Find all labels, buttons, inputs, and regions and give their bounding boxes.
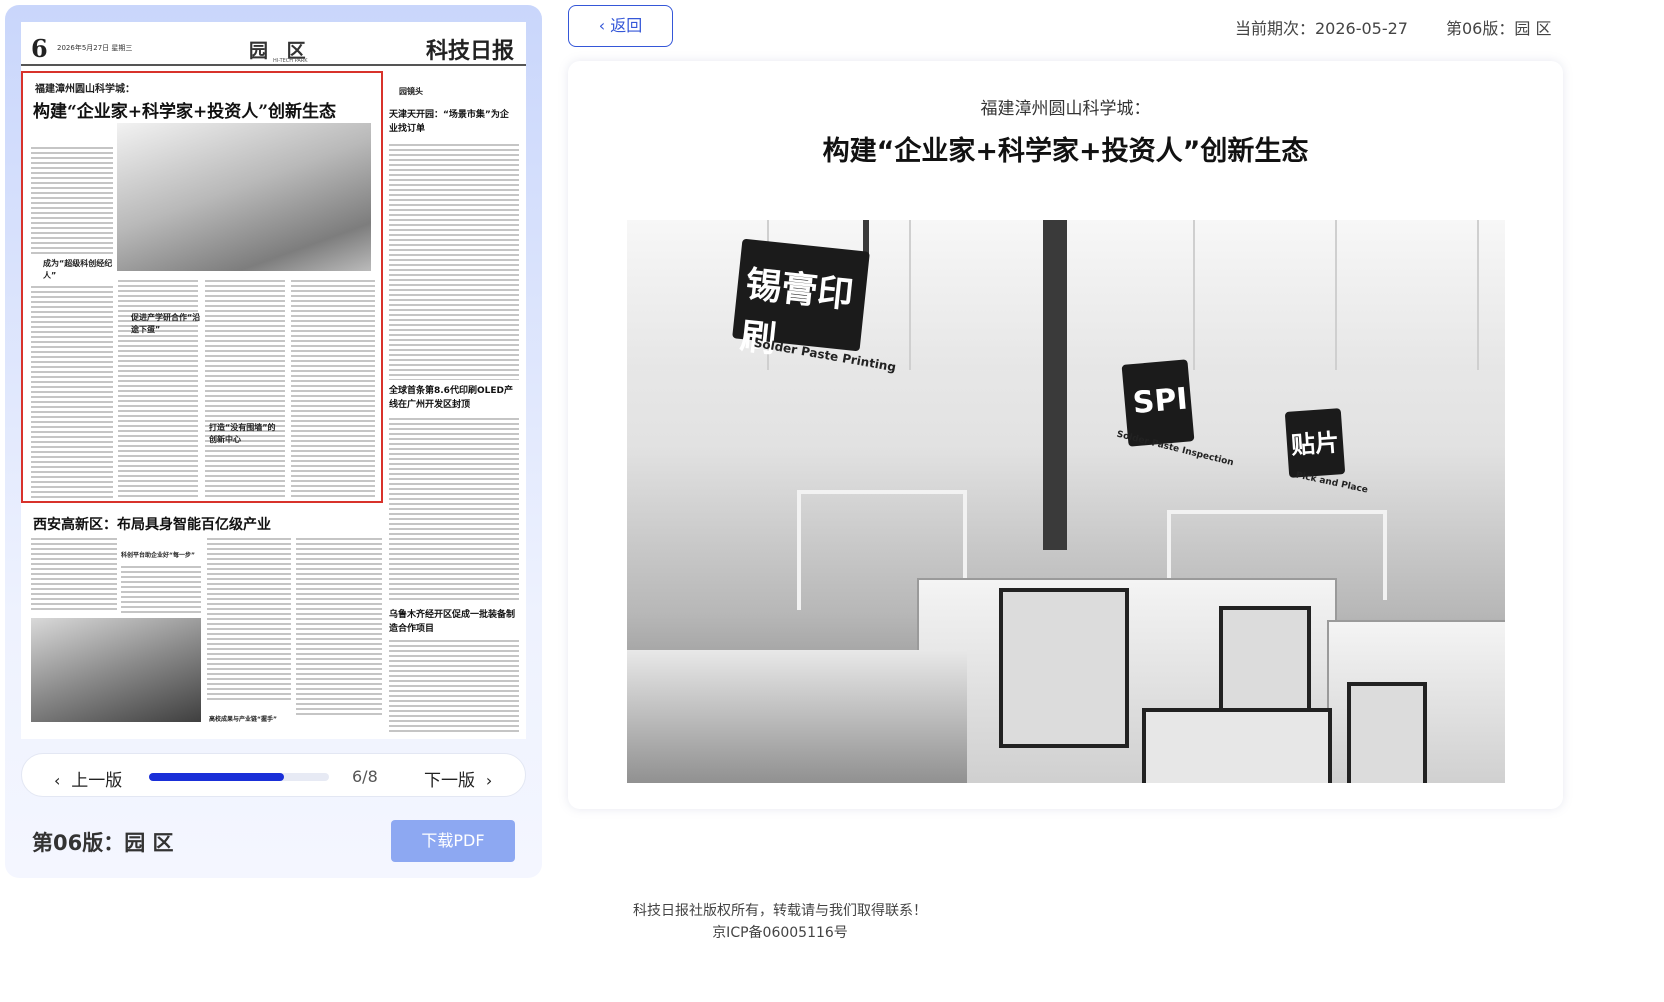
- current-edition: 第06版：园 区: [1446, 19, 1552, 38]
- right-column-tag: 园镜头: [399, 87, 423, 96]
- right-story-title-3: 乌鲁木齐经开区促成一批装备制造合作项目: [389, 610, 516, 634]
- text-block: [291, 280, 375, 500]
- chevron-right-icon: ›: [485, 771, 493, 790]
- text-block: [31, 147, 113, 257]
- text-block: [31, 538, 117, 612]
- lower-article-photo: [31, 618, 201, 722]
- newspaper-page-number: 6: [31, 34, 48, 63]
- newspaper-date-line: 2026年5月27日 星期三: [57, 44, 133, 52]
- right-story-title-2: 全球首条第8.6代印刷OLED产线在广州开发区封顶: [389, 386, 513, 410]
- lead-article-title: 构建“企业家+科学家+投资人”创新生态: [33, 102, 337, 122]
- text-block: [207, 538, 291, 702]
- photo-monitor: [1347, 682, 1427, 783]
- article-kicker: 福建漳州圆山科学城：: [980, 99, 1151, 119]
- back-label: 返回: [610, 16, 643, 35]
- lead-article-photo: [117, 123, 371, 271]
- sign-2-cn: SPI: [1131, 381, 1190, 422]
- download-pdf-button[interactable]: 下载PDF: [391, 820, 515, 862]
- photo-pillar: [1043, 220, 1067, 550]
- footer-icp[interactable]: 京ICP备06005116号: [0, 922, 1560, 942]
- photo-machine: [627, 650, 967, 783]
- prev-page-label: 上一版: [71, 771, 123, 791]
- lead-subheading-2: 促进产学研合作“沿途下蛋”: [131, 313, 201, 334]
- next-page-label: 下一版: [424, 771, 475, 791]
- sign-solder-paste-printing: 锡膏印刷: [732, 238, 870, 361]
- right-story-title-1: 天津天开园：“场景市集”为企业找订单: [389, 110, 509, 134]
- newspaper-preview-panel: 6 2026年5月27日 星期三 园 区 HI-TECH PARK 科技日报 福…: [5, 5, 542, 878]
- newspaper-page-thumbnail[interactable]: 6 2026年5月27日 星期三 园 区 HI-TECH PARK 科技日报 福…: [21, 22, 526, 739]
- chevron-left-icon: ‹: [54, 771, 61, 790]
- sign-pick-and-place: 贴片: [1284, 408, 1346, 478]
- page-count: 6/8: [352, 767, 378, 786]
- text-block: [389, 640, 519, 732]
- page-progress-fill: [149, 773, 284, 781]
- text-block: [389, 418, 519, 602]
- text-block: [296, 538, 382, 718]
- newspaper-masthead-logo: 科技日报: [425, 38, 514, 64]
- edition-title: 第06版：园 区: [32, 831, 174, 855]
- lead-article-kicker: 福建漳州圆山科学城：: [35, 84, 135, 95]
- article-photo: 锡膏印刷 Solder Paste Printing SPI Solder Pa…: [627, 220, 1505, 783]
- current-issue-date: 当前期次：2026-05-27: [1235, 19, 1408, 38]
- lead-subheading-1: 成为“超级科创经纪人”: [43, 259, 113, 280]
- page-pager: ‹ 上一版 6/8 下一版 ›: [21, 753, 526, 797]
- text-block: [205, 280, 285, 500]
- next-page-button[interactable]: 下一版 ›: [424, 766, 492, 791]
- lead-subheading-3: 打造“没有围墙”的创新中心: [209, 423, 276, 444]
- prev-page-button[interactable]: ‹ 上一版: [54, 766, 122, 791]
- photo-monitor: [999, 588, 1129, 748]
- text-block: [121, 566, 201, 614]
- chevron-left-icon: ‹: [598, 16, 611, 35]
- photo-monitor: [1142, 708, 1332, 783]
- text-block: [31, 286, 113, 500]
- lower-article-title: 西安高新区：布局具身智能百亿级产业: [33, 517, 271, 533]
- lower-subheading-1: 科创平台助企业好“每一步”: [121, 552, 195, 559]
- newspaper-section-en: HI-TECH PARK: [273, 58, 308, 64]
- article-card: 福建漳州圆山科学城： 构建“企业家+科学家+投资人”创新生态 锡膏印刷 Sold…: [568, 61, 1563, 809]
- page-progress-bar: [149, 773, 329, 781]
- footer-copyright: 科技日报社版权所有，转载请与我们取得联系！: [633, 903, 927, 919]
- text-block: [389, 144, 519, 380]
- sign-3-cn: 贴片: [1290, 428, 1340, 460]
- lower-subheading-2: 高校成果与产业链“握手”: [209, 716, 277, 723]
- back-button[interactable]: ‹ 返回: [568, 5, 673, 47]
- article-title: 构建“企业家+科学家+投资人”创新生态: [822, 136, 1309, 167]
- newspaper-header: 6 2026年5月27日 星期三 园 区 HI-TECH PARK 科技日报: [21, 22, 526, 66]
